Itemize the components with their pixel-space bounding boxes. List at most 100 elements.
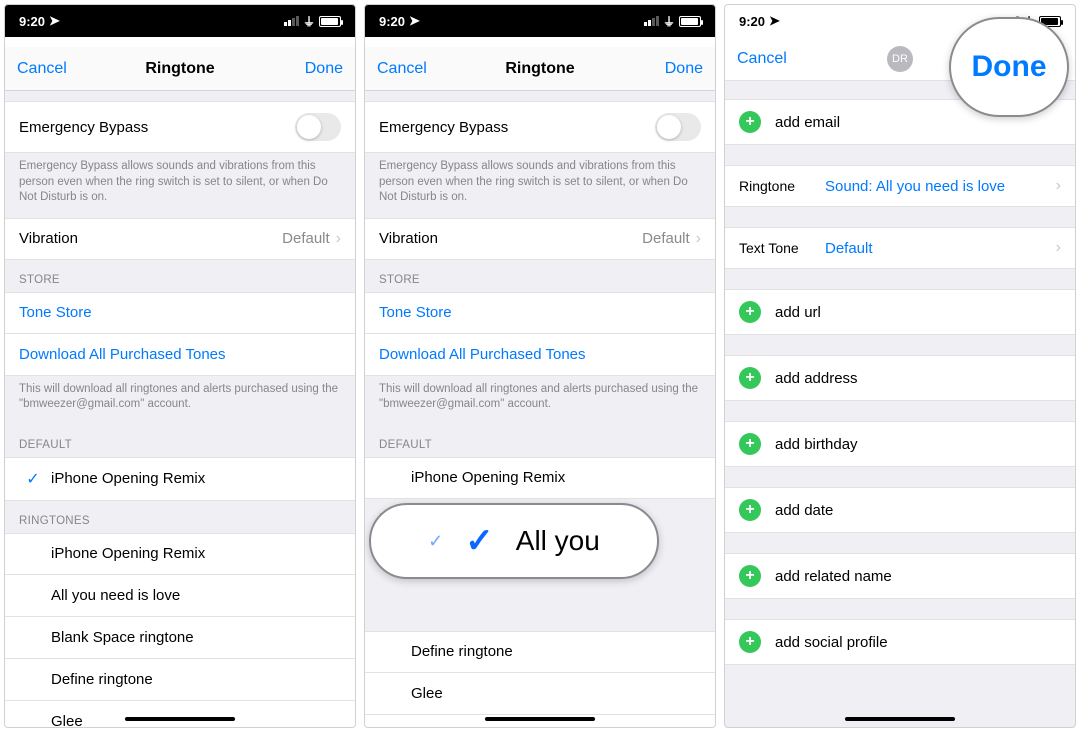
content: Emergency Bypass Emergency Bypass allows… <box>5 91 355 727</box>
home-indicator <box>485 717 595 721</box>
signal-icon <box>284 16 299 26</box>
default-header: DEFAULT <box>365 425 715 457</box>
store-header: STORE <box>365 260 715 292</box>
add-row-label: add related name <box>775 568 892 585</box>
download-all-row[interactable]: Download All Purchased Tones <box>5 334 355 376</box>
callout-selected-tone: ✓ ✓ All you <box>369 503 659 579</box>
download-note: This will download all ringtones and ale… <box>5 376 355 425</box>
wifi-icon: ⏚ <box>663 13 675 30</box>
status-bar: 9:20 ➤ ⏚ <box>5 5 355 37</box>
download-all-row[interactable]: Download All Purchased Tones <box>365 334 715 376</box>
tone-store-row[interactable]: Tone Store <box>365 292 715 334</box>
add-row-label: add date <box>775 502 833 519</box>
cancel-button[interactable]: Cancel <box>377 60 447 78</box>
emergency-bypass-row[interactable]: Emergency Bypass <box>5 101 355 153</box>
add-row-label: add birthday <box>775 436 858 453</box>
vibration-value: Default <box>642 230 690 247</box>
screen-ringtone-selected: 9:20 ➤ ⏚ Cancel Ringtone Done Emergency … <box>364 4 716 728</box>
add-row[interactable]: + add related name <box>725 553 1075 599</box>
add-rows-c: +add url+add address+add birthday+add da… <box>725 269 1075 665</box>
ringtone-row[interactable]: Define ringtone <box>5 659 355 701</box>
ringtone-list-a: iPhone Opening Remix All you need is love… <box>5 533 355 727</box>
ringtone-list-b: Define ringtoneGleeApexBeacon <box>365 631 715 727</box>
tone-store-row[interactable]: Tone Store <box>5 292 355 334</box>
tone-store-link[interactable]: Tone Store <box>379 304 452 321</box>
location-icon: ➤ <box>49 13 60 29</box>
ringtone-label: Blank Space ringtone <box>47 629 341 646</box>
ringtone-label: Define ringtone <box>407 643 701 660</box>
done-button[interactable]: Done <box>273 60 343 78</box>
nav-title: Ringtone <box>505 60 574 78</box>
plus-icon: + <box>739 367 761 389</box>
ringtone-row[interactable]: Blank Space ringtone <box>5 617 355 659</box>
download-all-link[interactable]: Download All Purchased Tones <box>379 346 586 363</box>
nav-title: Ringtone <box>145 60 214 78</box>
text-tone-value: Default <box>825 240 1050 257</box>
ringtone-label: All you need is love <box>47 587 341 604</box>
plus-icon: + <box>739 631 761 653</box>
ringtone-row[interactable]: Glee <box>365 673 715 715</box>
ringtone-field-label: Ringtone <box>739 178 825 194</box>
add-row[interactable]: +add date <box>725 487 1075 533</box>
text-tone-row[interactable]: Text Tone Default › <box>725 227 1075 269</box>
download-all-link[interactable]: Download All Purchased Tones <box>19 346 226 363</box>
text-tone-field-label: Text Tone <box>739 240 825 256</box>
emergency-bypass-note: Emergency Bypass allows sounds and vibra… <box>365 153 715 218</box>
store-header: STORE <box>5 260 355 292</box>
ringtones-header: RINGTONES <box>5 501 355 533</box>
emergency-bypass-toggle[interactable] <box>295 113 341 141</box>
add-row[interactable]: + add address <box>725 355 1075 401</box>
add-row[interactable]: +add social profile <box>725 619 1075 665</box>
ringtone-row[interactable]: Ringtone Sound: All you need is love › <box>725 165 1075 207</box>
ringtone-row[interactable]: Define ringtone <box>365 631 715 673</box>
status-bar: 9:20 ➤ ⏚ <box>365 5 715 37</box>
done-button[interactable]: Done <box>633 60 703 78</box>
location-icon: ➤ <box>769 13 780 29</box>
status-time: 9:20 <box>739 14 765 29</box>
location-icon: ➤ <box>409 13 420 29</box>
contact-avatar: DR <box>887 46 913 72</box>
default-tone-row[interactable]: iPhone Opening Remix <box>365 457 715 499</box>
add-email-label: add email <box>775 114 840 131</box>
emergency-bypass-row[interactable]: Emergency Bypass <box>365 101 715 153</box>
plus-icon: + <box>739 565 761 587</box>
home-indicator <box>845 717 955 721</box>
plus-icon: + <box>739 433 761 455</box>
callout-done-text: Done <box>972 50 1047 84</box>
vibration-row[interactable]: Vibration Default › <box>365 218 715 260</box>
cancel-button[interactable]: Cancel <box>737 50 807 68</box>
nav-bar: Cancel Ringtone Done <box>365 47 715 91</box>
vibration-row[interactable]: Vibration Default › <box>5 218 355 260</box>
content: + add email Ringtone Sound: All you need… <box>725 81 1075 727</box>
plus-icon: + <box>739 301 761 323</box>
ringtone-row[interactable]: Glee <box>5 701 355 727</box>
ringtone-label: Define ringtone <box>47 671 341 688</box>
ringtone-row[interactable]: All you need is love <box>5 575 355 617</box>
add-row[interactable]: + add birthday <box>725 421 1075 467</box>
cancel-button[interactable]: Cancel <box>17 60 87 78</box>
ringtone-label: iPhone Opening Remix <box>47 545 341 562</box>
status-time: 9:20 <box>19 14 45 29</box>
ringtone-value: Sound: All you need is love <box>825 178 1050 195</box>
add-row[interactable]: + add url <box>725 289 1075 335</box>
default-tone-label: iPhone Opening Remix <box>47 470 341 487</box>
tone-store-link[interactable]: Tone Store <box>19 304 92 321</box>
check-icon: ✓ <box>428 531 443 552</box>
vibration-label: Vibration <box>19 230 282 247</box>
screen-ringtone-default: 9:20 ➤ ⏚ Cancel Ringtone Done Emergency … <box>4 4 356 728</box>
emergency-bypass-note: Emergency Bypass allows sounds and vibra… <box>5 153 355 218</box>
emergency-bypass-toggle[interactable] <box>655 113 701 141</box>
battery-icon <box>679 16 701 27</box>
add-row-label: add url <box>775 304 821 321</box>
chevron-right-icon: › <box>1056 177 1061 195</box>
add-row-label: add address <box>775 370 858 387</box>
vibration-label: Vibration <box>379 230 642 247</box>
chevron-right-icon: › <box>696 230 701 248</box>
default-tone-row[interactable]: ✓ iPhone Opening Remix <box>5 457 355 501</box>
sheet-handle <box>365 37 715 47</box>
content: Emergency Bypass Emergency Bypass allows… <box>365 91 715 727</box>
ringtone-row[interactable]: iPhone Opening Remix <box>5 533 355 575</box>
callout-text: All you <box>516 525 600 557</box>
sheet-handle <box>5 37 355 47</box>
emergency-bypass-label: Emergency Bypass <box>379 119 655 136</box>
